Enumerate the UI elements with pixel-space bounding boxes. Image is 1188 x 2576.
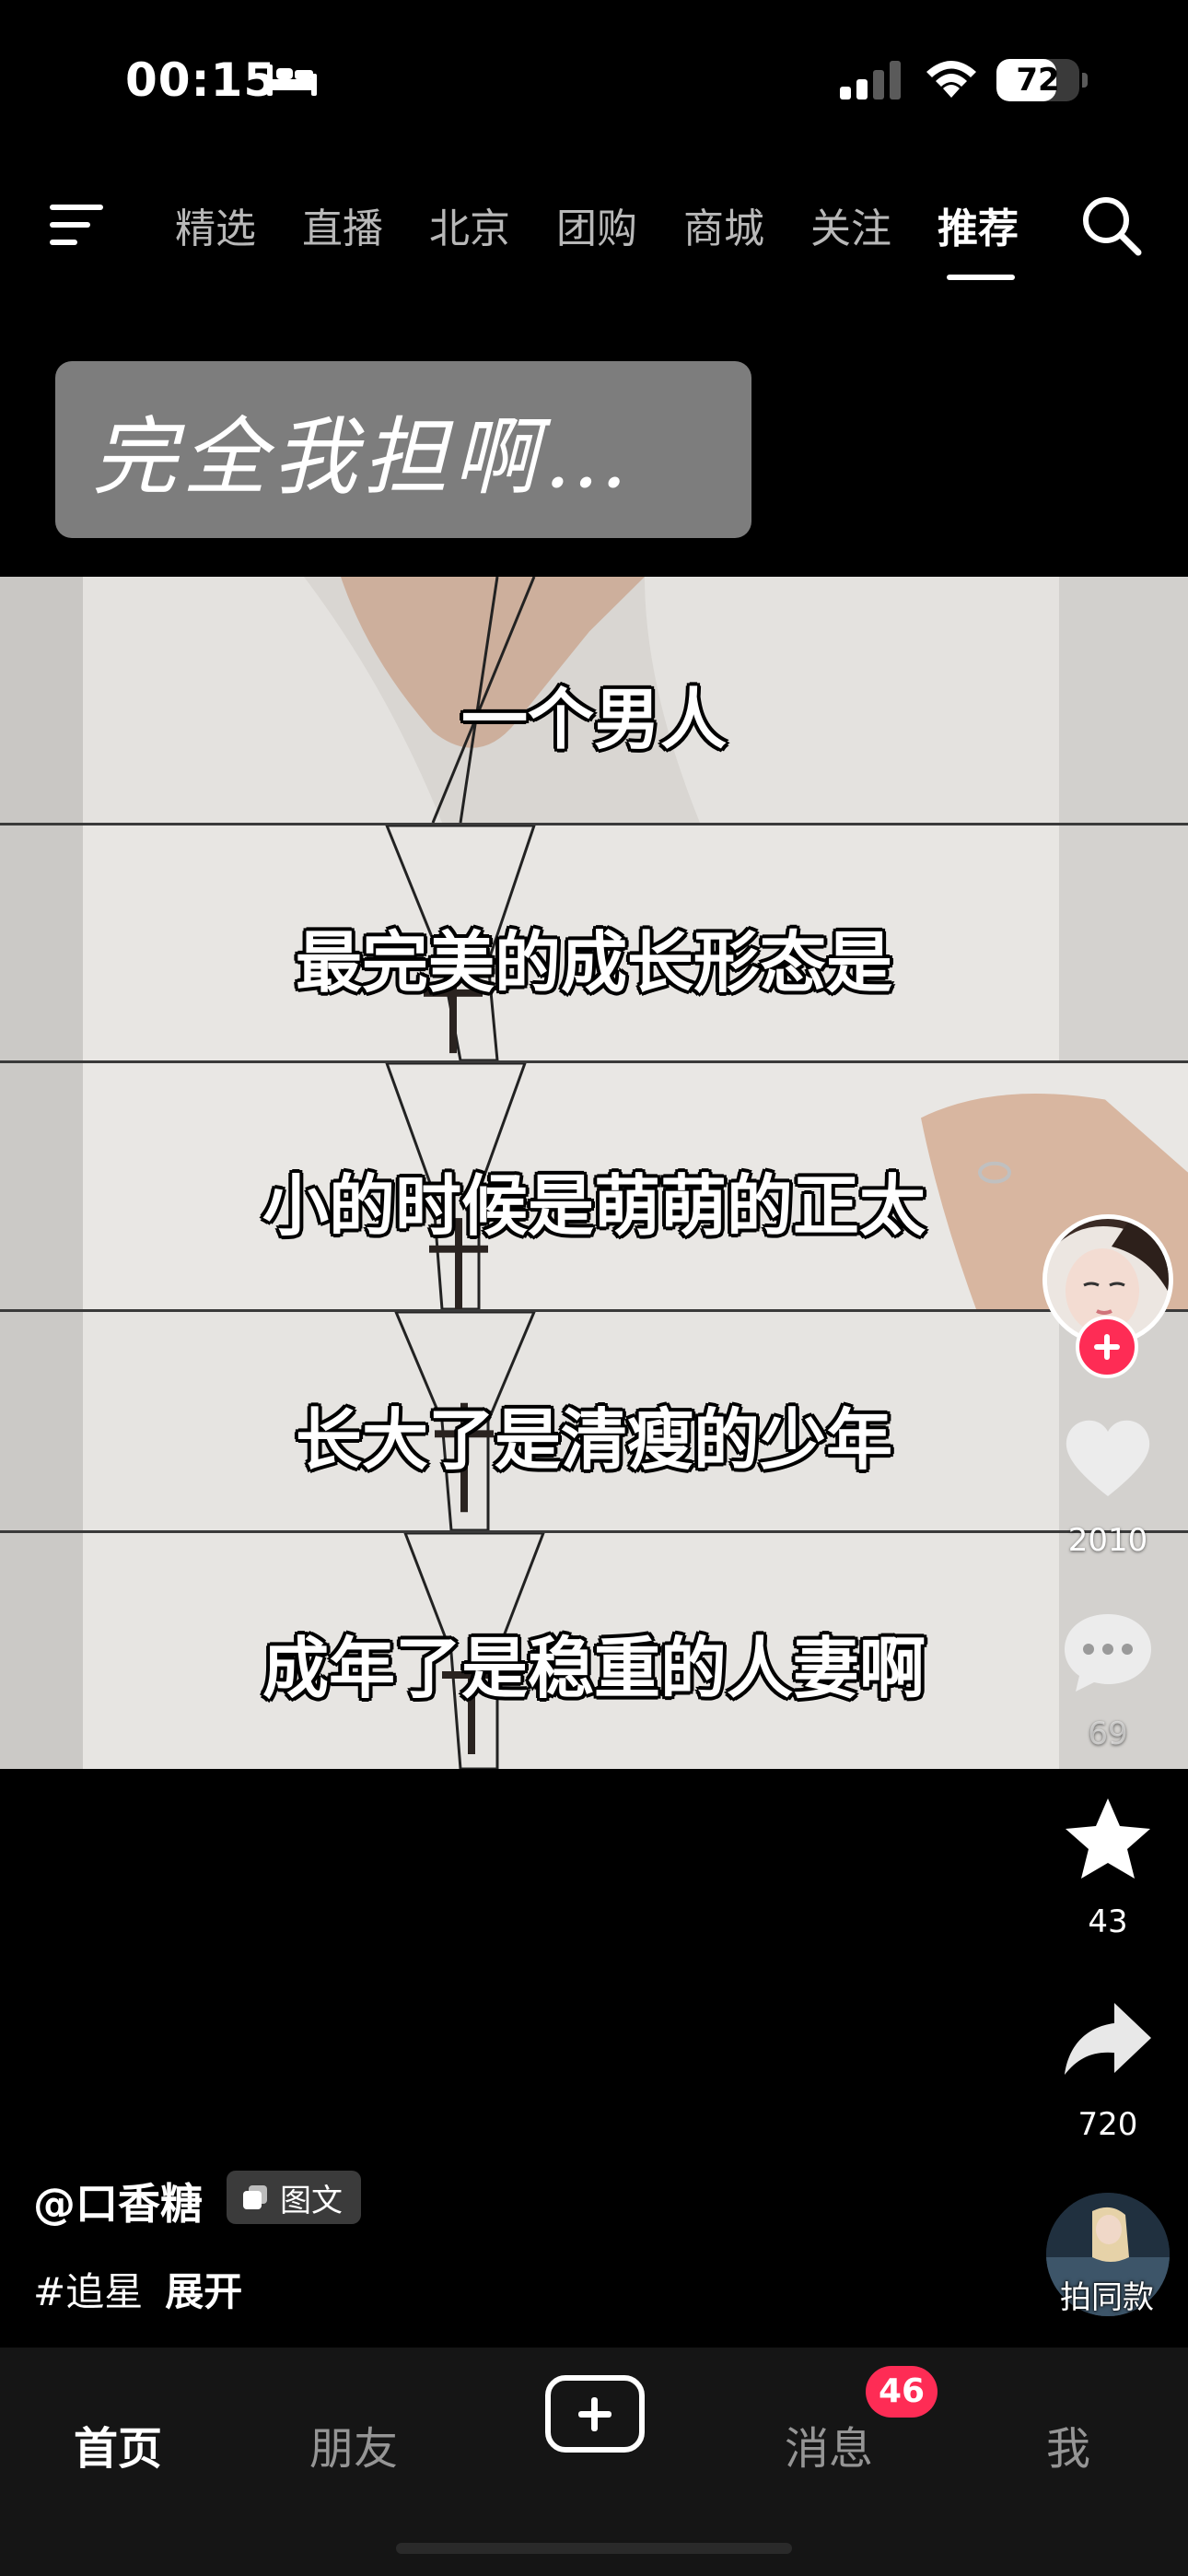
- post-description: #追星 展开: [33, 2261, 242, 2317]
- gallery-icon: [243, 2185, 267, 2209]
- status-time: 00:15: [125, 53, 277, 107]
- strip-caption: 成年了是稳重的人妻啊: [262, 1630, 926, 1707]
- post-image[interactable]: 一个男人 最完美的成长形态是 小的时候是萌萌的正太 长大了是清瘦的少年 成年了是…: [0, 577, 1188, 1769]
- nav-tab-group-buy[interactable]: 团购: [556, 195, 637, 252]
- star-icon[interactable]: [1059, 1795, 1157, 1883]
- author-handle[interactable]: @口香糖: [33, 2171, 203, 2231]
- follow-button[interactable]: [1076, 1316, 1138, 1378]
- tab-home[interactable]: 首页: [74, 2412, 162, 2476]
- post-type-badge: 图文: [227, 2171, 361, 2224]
- battery-level: 72: [1016, 62, 1060, 99]
- favorite-count: 43: [1088, 1903, 1128, 1940]
- image-strip: 长大了是清瘦的少年: [0, 1312, 1188, 1533]
- post-title-card: 完全我担啊…: [55, 361, 751, 538]
- menu-icon[interactable]: [48, 201, 105, 249]
- hashtag-link[interactable]: #追星: [33, 2269, 143, 2314]
- strip-caption: 一个男人: [460, 681, 727, 758]
- nav-tab-live[interactable]: 直播: [302, 195, 383, 252]
- share-icon[interactable]: [1059, 1997, 1157, 2086]
- home-indicator: [396, 2543, 792, 2554]
- wifi-icon: [926, 61, 976, 98]
- bottom-tab-bar: 首页 朋友 消息 46 我: [0, 2348, 1188, 2576]
- image-strip: 一个男人: [0, 577, 1188, 825]
- image-strip: 小的时候是萌萌的正太: [0, 1063, 1188, 1312]
- plus-icon: [1094, 1334, 1120, 1360]
- post-title-text: 完全我担啊…: [92, 407, 635, 507]
- comment-count: 69: [1088, 1715, 1128, 1752]
- image-strip: 成年了是稳重的人妻啊: [0, 1533, 1188, 1769]
- nav-tab-featured[interactable]: 精选: [175, 195, 256, 252]
- nav-active-underline: [947, 275, 1015, 280]
- nav-tab-recommended[interactable]: 推荐: [938, 195, 1019, 252]
- tab-me[interactable]: 我: [1046, 2412, 1090, 2476]
- expand-button[interactable]: 展开: [165, 2269, 242, 2314]
- tab-messages[interactable]: 消息: [785, 2412, 873, 2476]
- heart-icon[interactable]: [1059, 1415, 1157, 1504]
- search-icon[interactable]: [1079, 193, 1142, 256]
- battery-cap: [1082, 73, 1088, 88]
- screen: 00:15 72 精选 直播 北京 团购 商城 关注 推荐 完全我担啊… 一个男…: [0, 0, 1188, 2576]
- signal-icon: [840, 61, 901, 100]
- bed-icon: [267, 64, 317, 96]
- share-count: 720: [1077, 2106, 1138, 2143]
- strip-caption: 最完美的成长形态是: [295, 924, 892, 1001]
- create-button[interactable]: [545, 2375, 645, 2453]
- tab-friends[interactable]: 朋友: [309, 2412, 398, 2476]
- plus-icon: [578, 2397, 611, 2431]
- music-label[interactable]: 拍同款: [1024, 2272, 1188, 2317]
- like-count: 2010: [1067, 1522, 1148, 1559]
- strip-caption: 长大了是清瘦的少年: [295, 1401, 892, 1479]
- comment-icon[interactable]: [1059, 1607, 1157, 1695]
- image-strip: 最完美的成长形态是: [0, 825, 1188, 1063]
- messages-badge: 46: [866, 2366, 938, 2418]
- strip-caption: 小的时候是萌萌的正太: [262, 1167, 926, 1245]
- battery-indicator: 72: [996, 59, 1079, 101]
- nav-tab-local[interactable]: 北京: [429, 195, 510, 252]
- nav-tab-mall[interactable]: 商城: [683, 195, 764, 252]
- post-type-label: 图文: [280, 2182, 343, 2219]
- nav-tab-following[interactable]: 关注: [810, 195, 891, 252]
